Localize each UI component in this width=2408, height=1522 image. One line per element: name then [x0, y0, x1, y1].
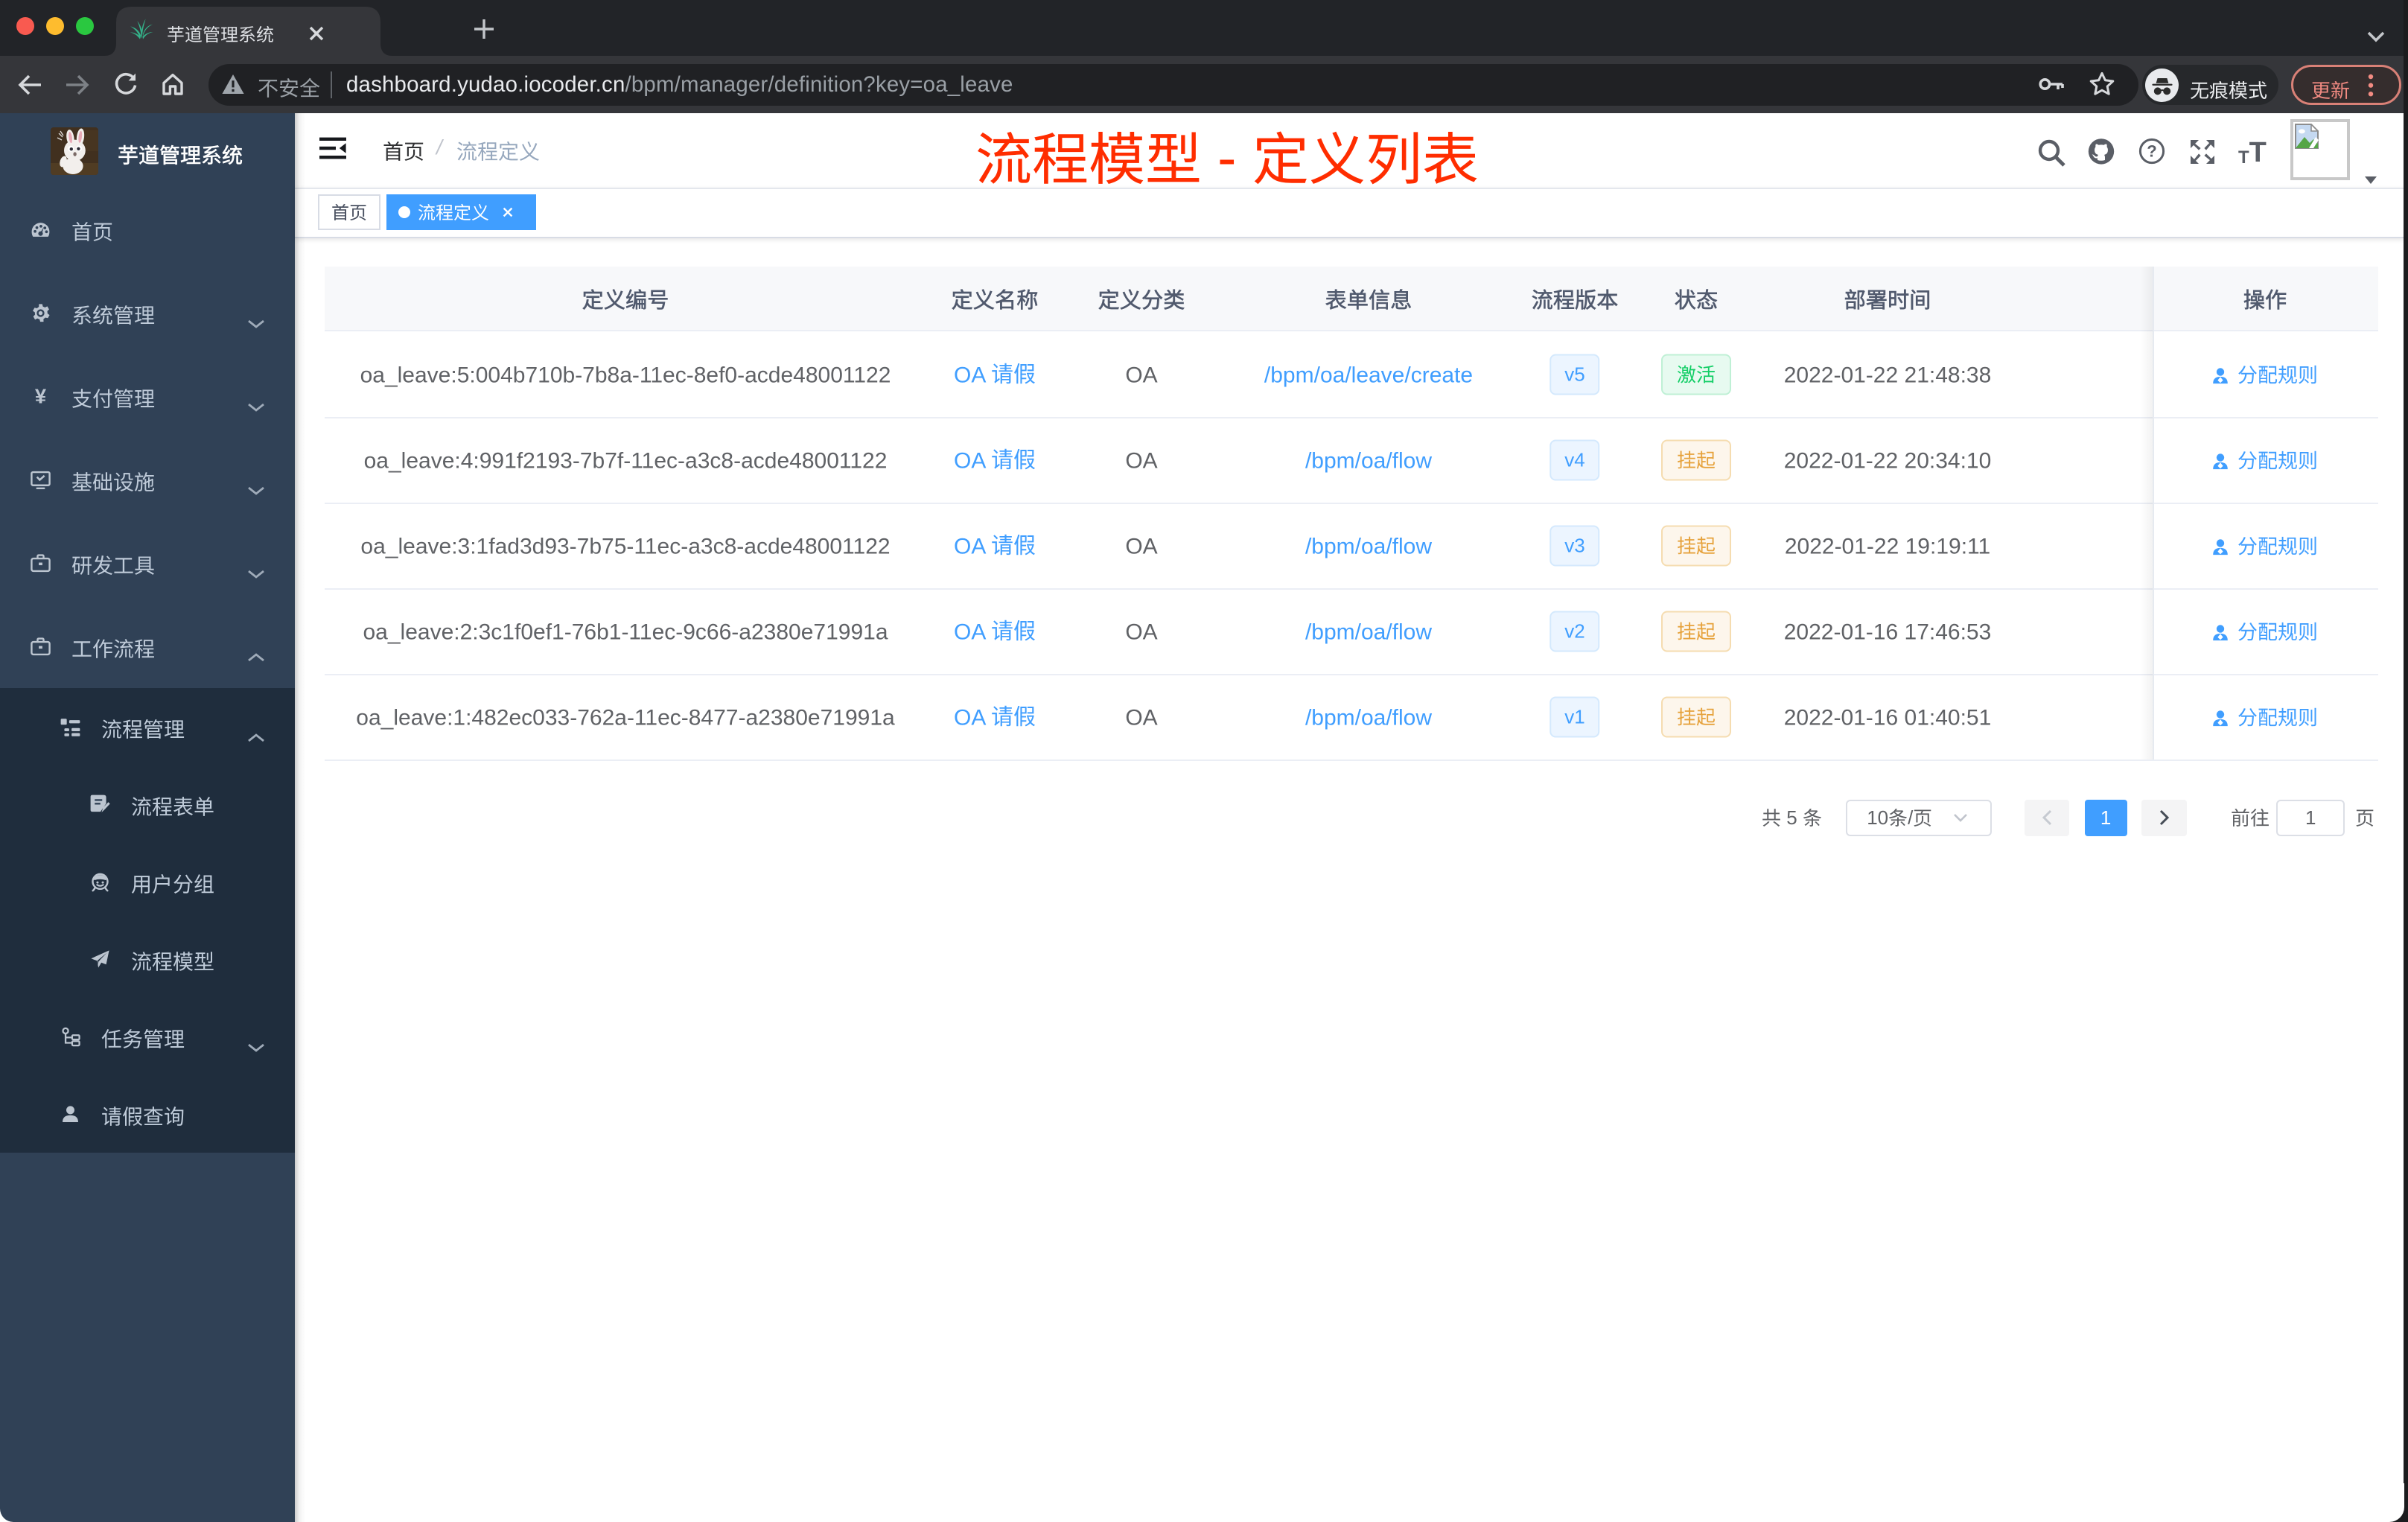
- svg-text:¥: ¥: [35, 386, 47, 407]
- svg-text:?: ?: [2147, 141, 2156, 160]
